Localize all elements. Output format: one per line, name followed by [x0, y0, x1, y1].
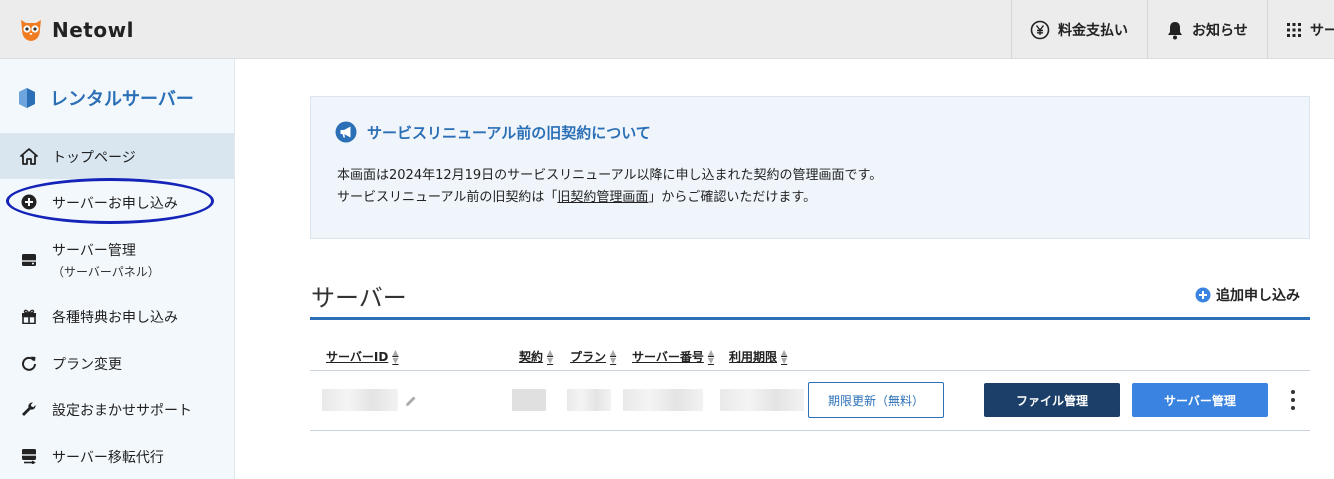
top-nav: 料金支払い お知らせ サー [1011, 0, 1334, 59]
section-divider [310, 317, 1310, 320]
server-manage-button[interactable]: サーバー管理 [1132, 383, 1268, 417]
server-move-icon [20, 447, 38, 465]
sort-icon: ▲ ▼ [781, 347, 788, 365]
sidebar-item-label: サーバー管理 [52, 243, 136, 259]
bell-icon [1168, 21, 1182, 39]
home-icon [20, 147, 38, 165]
sort-icon: ▲ ▼ [610, 347, 617, 365]
column-header-server-number[interactable]: サーバー番号 ▲ ▼ [632, 348, 714, 365]
edit-pencil-icon[interactable] [404, 393, 418, 412]
nav-payment[interactable]: 料金支払い [1011, 0, 1147, 59]
sidebar-item-label: 設定おまかせサポート [52, 403, 192, 419]
sidebar-item-label: 各種特典お申し込み [52, 310, 178, 326]
brand-name: Netowl [52, 18, 134, 42]
sort-icon: ▲ ▼ [707, 347, 715, 365]
notice-line-2-suffix: 」からご確認いただけます。 [648, 190, 817, 205]
column-header-plan[interactable]: プラン ▲ ▼ [570, 348, 616, 365]
plus-circle-icon [20, 193, 38, 211]
sidebar-item-label: サーバー移転代行 [52, 450, 164, 466]
column-header-contract[interactable]: 契約 ▲ ▼ [519, 348, 553, 365]
top-header: Netowl 料金支払い お知らせ サー [0, 0, 1334, 59]
sidebar-item-label: サーバーお申し込み [52, 196, 178, 212]
plus-circle-icon [1195, 287, 1211, 303]
brand-logo[interactable]: Netowl [18, 16, 134, 44]
notice-line-1: 本画面は2024年12月19日のサービスリニューアル以降に申し込まれた契約の管理… [337, 168, 883, 183]
column-label: サーバーID [326, 350, 389, 364]
sort-icon: ▲ ▼ [392, 347, 399, 365]
redacted-expiry [720, 389, 804, 411]
sidebar-item-server-apply[interactable]: サーバーお申し込み [0, 179, 234, 225]
sidebar-item-plan-change[interactable]: プラン変更 [0, 340, 234, 386]
table-header-divider [310, 370, 1310, 371]
sort-icon: ▲ ▼ [547, 347, 554, 365]
add-application-link[interactable]: 追加申し込み [1195, 285, 1300, 305]
sidebar-item-server-migration[interactable]: サーバー移転代行 [0, 433, 234, 479]
notice-header: サービスリニューアル前の旧契約について [335, 121, 651, 143]
column-label: 契約 [519, 350, 544, 364]
owl-logo-icon [21, 20, 41, 41]
notice-line-2: サービスリニューアル前の旧契約は「旧契約管理画面」からご確認いただけます。 [337, 186, 816, 205]
old-contract-link[interactable]: 旧契約管理画面 [557, 190, 648, 205]
redacted-contract [512, 389, 546, 411]
server-cube-icon [19, 88, 35, 108]
sidebar-header: レンタルサーバー [18, 85, 194, 111]
sidebar-item-setup-support[interactable]: 設定おまかせサポート [0, 386, 234, 432]
nav-news-label: お知らせ [1192, 22, 1248, 39]
nav-payment-label: 料金支払い [1058, 22, 1128, 39]
column-label: サーバー番号 [632, 350, 704, 364]
redacted-server-id [322, 389, 398, 411]
nav-services-label: サー [1310, 22, 1334, 39]
column-label: 利用期限 [729, 350, 778, 364]
redacted-plan [567, 389, 611, 411]
column-label: プラン [570, 350, 607, 364]
renew-free-button[interactable]: 期限更新（無料） [808, 382, 944, 418]
more-options-icon[interactable] [1284, 388, 1302, 412]
column-header-expiry[interactable]: 利用期限 ▲ ▼ [729, 348, 787, 365]
sidebar-item-benefits[interactable]: 各種特典お申し込み [0, 293, 234, 339]
column-header-server-id[interactable]: サーバーID ▲ ▼ [326, 348, 398, 365]
sidebar-item-server-manage[interactable]: サーバー管理 （サーバーパネル） [0, 225, 234, 291]
sidebar: レンタルサーバー トップページ サーバーお申し込み サーバー管理 （サーバーパネ… [0, 59, 235, 479]
nav-services[interactable]: サー [1267, 0, 1334, 59]
redacted-server-number [623, 389, 703, 411]
megaphone-icon [335, 121, 357, 143]
sidebar-item-top-page[interactable]: トップページ [0, 133, 234, 179]
table-row-divider [310, 430, 1310, 431]
notice-title: サービスリニューアル前の旧契約について [367, 123, 651, 142]
gift-icon [20, 307, 38, 325]
sidebar-item-sublabel: （サーバーパネル） [52, 265, 160, 279]
wrench-icon [20, 400, 38, 418]
notice-line-2-prefix: サービスリニューアル前の旧契約は「 [337, 190, 558, 205]
file-manage-button[interactable]: ファイル管理 [984, 383, 1120, 417]
server-icon [20, 251, 38, 269]
sidebar-item-label: トップページ [52, 150, 136, 166]
sidebar-title: レンタルサーバー [50, 89, 194, 110]
section-title: サーバー [311, 284, 407, 312]
add-application-label: 追加申し込み [1216, 288, 1300, 304]
sidebar-item-label: プラン変更 [52, 357, 122, 373]
grid-icon [1287, 22, 1301, 37]
refresh-icon [20, 354, 38, 372]
yen-icon [1030, 20, 1050, 39]
nav-news[interactable]: お知らせ [1147, 0, 1267, 59]
notice-box: サービスリニューアル前の旧契約について 本画面は2024年12月19日のサービス… [310, 96, 1310, 239]
